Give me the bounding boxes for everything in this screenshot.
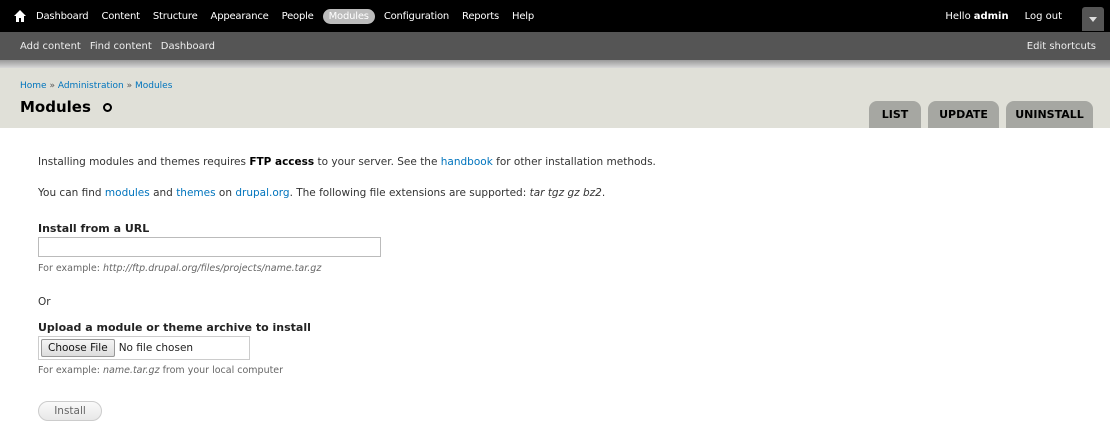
intro-text: . [601, 187, 606, 199]
extensions-text: tar tgz gz bz2 [529, 187, 602, 199]
toolbar-item-content[interactable]: Content [101, 11, 140, 22]
intro-text: to your server. See the [314, 156, 441, 168]
toolbar-shadow [0, 60, 1110, 68]
choose-file-button[interactable]: Choose File [41, 339, 115, 357]
upload-example: name.tar.gz [102, 365, 160, 376]
breadcrumb-administration[interactable]: Administration [58, 81, 124, 91]
modules-link[interactable]: modules [105, 187, 150, 199]
description-text: For example: [38, 365, 103, 376]
breadcrumb-separator: » [49, 81, 55, 91]
add-shortcut-icon[interactable] [102, 102, 112, 112]
shortcut-add-content[interactable]: Add content [20, 41, 81, 52]
install-url-input[interactable] [38, 237, 381, 257]
description-text: from your local computer [159, 365, 284, 376]
tab-update[interactable]: UPDATE [928, 101, 999, 128]
toolbar-item-people[interactable]: People [282, 11, 314, 22]
intro-text: . The following file extensions are supp… [289, 187, 530, 199]
handbook-link[interactable]: handbook [441, 156, 493, 168]
breadcrumb: Home » Administration » Modules [20, 81, 172, 91]
page-title-wrap: Modules [20, 98, 112, 116]
install-button[interactable]: Install [38, 401, 102, 421]
hello-text: Hello [945, 10, 971, 22]
admin-toolbar: Dashboard Content Structure Appearance P… [0, 0, 1110, 32]
url-example: http://ftp.drupal.org/files/projects/nam… [102, 263, 322, 274]
themes-link[interactable]: themes [176, 187, 215, 199]
intro-text: for other installation methods. [492, 156, 656, 168]
intro-text: Installing modules and themes requires [38, 156, 250, 168]
breadcrumb-separator: » [126, 81, 133, 91]
or-text: Or [38, 296, 51, 308]
breadcrumb-home[interactable]: Home [20, 81, 47, 91]
toolbar-item-modules[interactable]: Modules [322, 8, 375, 24]
toolbar-item-configuration[interactable]: Configuration [384, 11, 449, 22]
primary-tabs: LIST UPDATE UNINSTALL [862, 101, 1093, 128]
page-header: Home » Administration » Modules Modules … [0, 68, 1110, 128]
description-text: For example: [38, 263, 103, 274]
username[interactable]: admin [974, 11, 1009, 22]
home-icon[interactable] [14, 10, 26, 22]
intro-line-2: You can find modules and themes on drupa… [38, 187, 605, 199]
tab-uninstall[interactable]: UNINSTALL [1006, 101, 1093, 128]
toolbar-item-reports[interactable]: Reports [462, 11, 499, 22]
toolbar-item-help[interactable]: Help [512, 11, 534, 22]
shortcuts-toggle-button[interactable] [1082, 7, 1104, 31]
drupal-org-link[interactable]: drupal.org [235, 187, 289, 199]
file-upload-field: Choose File No file chosen [38, 336, 250, 360]
shortcut-bar: Add content Find content Dashboard Edit … [0, 32, 1110, 60]
url-field-description: For example: http://ftp.drupal.org/files… [38, 263, 321, 274]
toolbar-item-appearance[interactable]: Appearance [211, 11, 269, 22]
upload-field-label: Upload a module or theme archive to inst… [38, 321, 311, 334]
logout-link[interactable]: Log out [1025, 11, 1062, 22]
intro-text: and [149, 187, 177, 199]
edit-shortcuts-link[interactable]: Edit shortcuts [1027, 41, 1096, 52]
intro-line-1: Installing modules and themes requires F… [38, 156, 656, 168]
page-title: Modules [20, 98, 91, 116]
breadcrumb-modules[interactable]: Modules [135, 81, 172, 91]
tab-list[interactable]: LIST [869, 101, 921, 128]
upload-field-description: For example: name.tar.gz from your local… [38, 365, 283, 376]
shortcut-find-content[interactable]: Find content [90, 41, 152, 52]
toolbar-item-structure[interactable]: Structure [153, 11, 198, 22]
url-field-label: Install from a URL [38, 222, 150, 235]
intro-text: You can find [38, 187, 105, 199]
ftp-access-text: FTP access [249, 156, 315, 168]
toolbar-item-dashboard[interactable]: Dashboard [36, 11, 89, 22]
file-status: No file chosen [118, 342, 194, 354]
toolbar-menu: Dashboard Content Structure Appearance P… [36, 0, 547, 32]
user-menu: Hello admin Log out [945, 0, 1062, 32]
intro-text: on [215, 187, 236, 199]
shortcut-dashboard[interactable]: Dashboard [161, 41, 215, 52]
